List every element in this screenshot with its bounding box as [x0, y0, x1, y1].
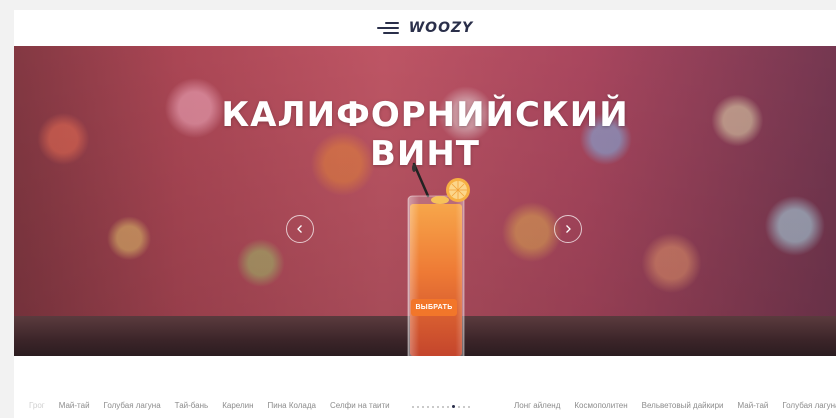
nav-item-karelin[interactable]: Карелин	[222, 401, 253, 410]
chevron-left-icon	[297, 225, 302, 233]
app-frame: WOOZY КАЛИФОРНИЙСКИЙ ВИНТ ВЫБРАТЬ Грог М…	[14, 10, 836, 418]
prev-slide-button[interactable]	[286, 215, 314, 243]
nav-item-blue-lagoon[interactable]: Голубая лагуна	[104, 401, 161, 410]
hero-slider: КАЛИФОРНИЙСКИЙ ВИНТ ВЫБРАТЬ	[14, 46, 836, 356]
nav-item-pina-colada[interactable]: Пина Колада	[268, 401, 316, 410]
nav-item-tai-ban[interactable]: Тай-бань	[175, 401, 209, 410]
nav-item-velvet-daiquiri[interactable]: Вельветовый дайкири	[642, 401, 724, 410]
slide-dot[interactable]	[468, 405, 470, 408]
nav-item-mai-tai[interactable]: Май-тай	[59, 401, 90, 410]
slide-dot[interactable]	[442, 405, 444, 408]
hamburger-icon[interactable]	[376, 22, 399, 34]
nav-item-mai-tai-2[interactable]: Май-тай	[738, 401, 769, 410]
choose-button[interactable]: ВЫБРАТЬ	[411, 299, 457, 316]
top-bar: WOOZY	[14, 10, 836, 46]
brand-logo[interactable]: WOOZY	[409, 20, 474, 36]
slide-dot[interactable]	[432, 405, 434, 408]
slide-dots	[412, 405, 470, 408]
nav-item-long-island[interactable]: Лонг айленд	[514, 401, 560, 410]
slide-dot[interactable]	[427, 405, 429, 408]
cocktail-nav-bar: Грог Май-тай Голубая лагуна Тай-бань Кар…	[14, 392, 836, 418]
next-slide-button[interactable]	[554, 215, 582, 243]
chevron-right-icon	[566, 225, 571, 233]
hero-title-line-1: КАЛИФОРНИЙСКИЙ	[221, 95, 629, 135]
slide-dot[interactable]	[417, 405, 419, 408]
slide-dot-active[interactable]	[452, 405, 455, 408]
cocktail-list-right: Лонг айленд Космополитен Вельветовый дай…	[514, 401, 836, 410]
slide-dot[interactable]	[458, 405, 460, 408]
nav-item-grog[interactable]: Грог	[29, 401, 45, 410]
cocktail-list-left: Грог Май-тай Голубая лагуна Тай-бань Кар…	[29, 401, 390, 410]
nav-item-cosmopolitan[interactable]: Космополитен	[574, 401, 627, 410]
slide-dot[interactable]	[412, 405, 414, 408]
nav-item-blue-lagoon-2[interactable]: Голубая лагуна	[782, 401, 836, 410]
slide-dot[interactable]	[463, 405, 465, 408]
slide-dot[interactable]	[437, 405, 439, 408]
slide-dot[interactable]	[447, 405, 449, 408]
slide-dot[interactable]	[422, 405, 424, 408]
cocktail-glass-image	[407, 162, 470, 356]
nav-item-selfie-tahiti[interactable]: Селфи на таити	[330, 401, 390, 410]
